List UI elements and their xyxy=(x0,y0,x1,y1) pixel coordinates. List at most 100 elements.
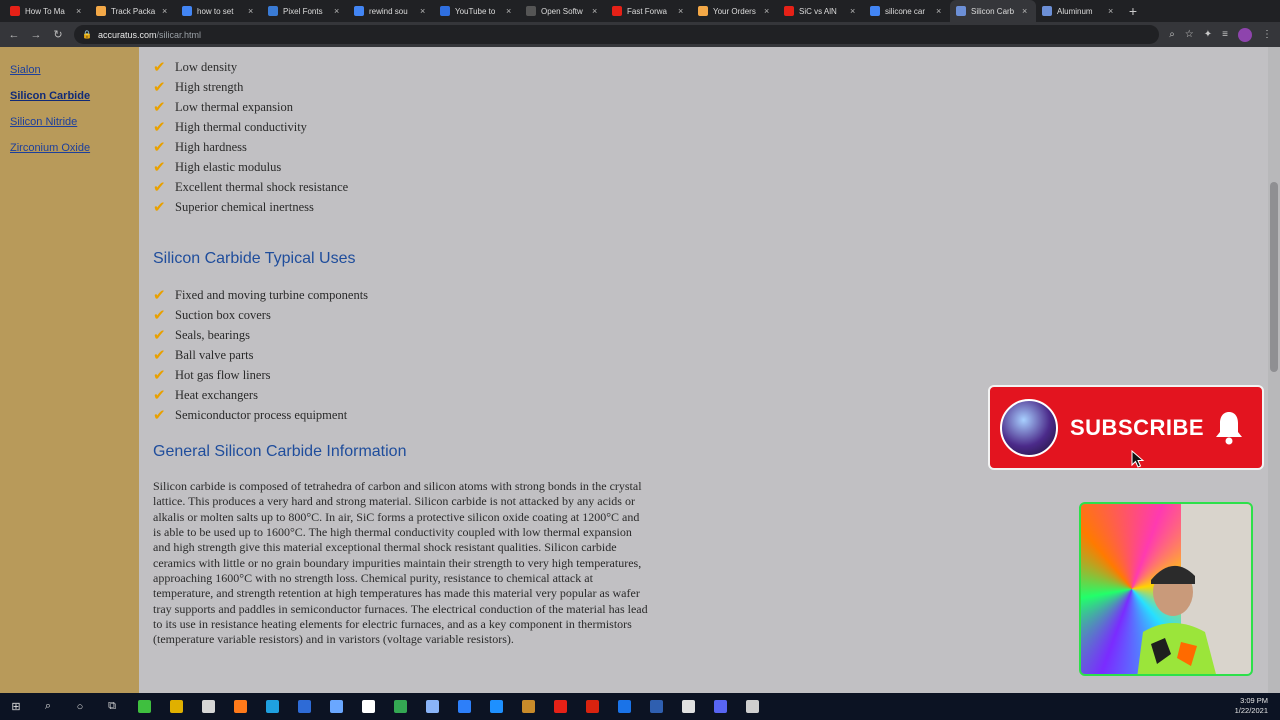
tab-close-icon[interactable]: × xyxy=(936,6,944,16)
checkmark-icon: ✔ xyxy=(153,118,166,136)
back-arrow-icon[interactable]: ← xyxy=(8,29,20,41)
browser-tab[interactable]: How To Ma × xyxy=(4,0,90,22)
browser-tab[interactable]: Track Packa × xyxy=(90,0,176,22)
browser-tab[interactable]: rewind sou × xyxy=(348,0,434,22)
bullet-text: Fixed and moving turbine components xyxy=(175,287,369,302)
scrollbar-thumb[interactable] xyxy=(1270,182,1278,372)
taskbar-app-icon[interactable] xyxy=(544,693,576,720)
browser-tab[interactable]: Open Softw × xyxy=(520,0,606,22)
extensions-icon[interactable]: ✦ xyxy=(1204,29,1212,40)
checkmark-icon: ✔ xyxy=(153,366,166,384)
sidebar-item-sialon[interactable]: Sialon xyxy=(10,64,41,76)
tab-favicon-icon xyxy=(956,6,966,16)
tab-strip: How To Ma × Track Packa × how to set × Pixel F… xyxy=(0,0,1280,22)
browser-tab[interactable]: Fast Forwa × xyxy=(606,0,692,22)
taskbar-app-icon[interactable] xyxy=(736,693,768,720)
search-icon[interactable]: ⌕ xyxy=(32,693,64,720)
tab-close-icon[interactable]: × xyxy=(506,6,514,16)
taskbar-app-icon[interactable] xyxy=(352,693,384,720)
sidebar-item-zirconium-oxide[interactable]: Zirconium Oxide xyxy=(10,142,90,154)
taskbar-app-icon[interactable] xyxy=(672,693,704,720)
bullet-text: Hot gas flow liners xyxy=(175,367,271,382)
tab-favicon-icon xyxy=(354,6,364,16)
use-list-item: ✔ Semiconductor process equipment xyxy=(153,406,347,424)
tab-favicon-icon xyxy=(612,6,622,16)
tab-close-icon[interactable]: × xyxy=(592,6,600,16)
taskbar-app-icon[interactable] xyxy=(640,693,672,720)
tab-close-icon[interactable]: × xyxy=(334,6,342,16)
checkmark-icon: ✔ xyxy=(153,78,166,96)
taskbar-app-icon[interactable] xyxy=(384,693,416,720)
new-tab-button[interactable]: + xyxy=(1122,0,1144,22)
use-list-item: ✔ Heat exchangers xyxy=(153,386,258,404)
streamer-figure xyxy=(1137,565,1216,674)
sidebar-item-silicon-nitride[interactable]: Silicon Nitride xyxy=(10,116,77,128)
windows-start-icon[interactable]: ⊞ xyxy=(0,693,32,720)
app-glyph-icon xyxy=(329,700,343,713)
tab-favicon-icon xyxy=(10,6,20,16)
channel-avatar xyxy=(1000,399,1058,457)
tab-close-icon[interactable]: × xyxy=(420,6,428,16)
checkmark-icon: ✔ xyxy=(153,98,166,116)
taskbar-app-icon[interactable] xyxy=(480,693,512,720)
taskbar-app-icon[interactable] xyxy=(512,693,544,720)
taskbar-app-icon[interactable] xyxy=(704,693,736,720)
browser-toolbar: ← → ↻ 🔒 accuratus.com/silicar.html ⌕ ☆ ✦… xyxy=(0,22,1280,47)
page-scrollbar[interactable] xyxy=(1268,47,1280,693)
taskbar-app-icon[interactable] xyxy=(320,693,352,720)
bell-icon xyxy=(1216,412,1242,445)
reload-icon[interactable]: ↻ xyxy=(52,28,64,41)
tab-close-icon[interactable]: × xyxy=(76,6,84,16)
browser-tab[interactable]: Aluminum × xyxy=(1036,0,1122,22)
tab-close-icon[interactable]: × xyxy=(850,6,858,16)
tab-favicon-icon xyxy=(698,6,708,16)
app-glyph-icon xyxy=(649,700,663,713)
tab-close-icon[interactable]: × xyxy=(1108,6,1116,16)
property-list-item: ✔ Excellent thermal shock resistance xyxy=(153,178,348,196)
taskbar-app-icon[interactable] xyxy=(608,693,640,720)
sidebar-item-silicon-carbide[interactable]: Silicon Carbide xyxy=(10,90,90,102)
taskbar-app-icon[interactable] xyxy=(192,693,224,720)
app-glyph-icon xyxy=(297,700,311,713)
browser-tab[interactable]: how to set × xyxy=(176,0,262,22)
taskbar-app-icon[interactable] xyxy=(448,693,480,720)
taskbar-app-icon[interactable] xyxy=(224,693,256,720)
browser-tab[interactable]: YouTube to × xyxy=(434,0,520,22)
system-clock[interactable]: 3:09 PM 1/22/2021 xyxy=(1235,696,1268,716)
browser-tab[interactable]: SiC vs AlN × xyxy=(778,0,864,22)
bullet-text: High thermal conductivity xyxy=(175,119,307,134)
tab-close-icon[interactable]: × xyxy=(248,6,256,16)
menu-icon[interactable]: ⋮ xyxy=(1262,29,1272,40)
zoom-icon[interactable]: ⌕ xyxy=(1169,29,1175,40)
tab-close-icon[interactable]: × xyxy=(162,6,170,16)
tab-label: Your Orders xyxy=(713,6,756,16)
star-icon[interactable]: ☆ xyxy=(1185,29,1194,40)
bullet-text: Low density xyxy=(175,59,238,74)
sidebar: Sialon Silicon Carbide Silicon Nitride Z… xyxy=(0,47,139,693)
tab-label: YouTube to xyxy=(455,6,496,16)
tab-close-icon[interactable]: × xyxy=(764,6,772,16)
browser-tab[interactable]: Pixel Fonts × xyxy=(262,0,348,22)
taskbar-app-icon[interactable] xyxy=(576,693,608,720)
taskbar-app-icon[interactable] xyxy=(416,693,448,720)
task-view-icon[interactable]: ⧉ xyxy=(96,693,128,720)
profile-avatar[interactable] xyxy=(1238,27,1252,42)
tab-label: how to set xyxy=(197,6,234,16)
forward-arrow-icon[interactable]: → xyxy=(30,29,42,41)
taskbar-app-icon[interactable] xyxy=(288,693,320,720)
taskbar-app-icon[interactable] xyxy=(256,693,288,720)
info-paragraph: Silicon carbide is composed of tetrahedr… xyxy=(153,479,648,647)
browser-tab[interactable]: silicone car × xyxy=(864,0,950,22)
taskbar-app-icon[interactable] xyxy=(128,693,160,720)
app-glyph-icon xyxy=(745,700,759,713)
browser-tab[interactable]: Silicon Carb × xyxy=(950,0,1036,22)
checkmark-icon: ✔ xyxy=(153,138,166,156)
media-icon[interactable]: ≡ xyxy=(1222,29,1228,40)
address-bar[interactable]: 🔒 accuratus.com/silicar.html xyxy=(74,25,1160,44)
bullet-text: Suction box covers xyxy=(175,307,271,322)
browser-tab[interactable]: Your Orders × xyxy=(692,0,778,22)
tab-close-icon[interactable]: × xyxy=(678,6,686,16)
taskbar-app-icon[interactable] xyxy=(160,693,192,720)
tab-close-icon[interactable]: × xyxy=(1022,6,1030,16)
cortana-icon[interactable]: ○ xyxy=(64,693,96,720)
